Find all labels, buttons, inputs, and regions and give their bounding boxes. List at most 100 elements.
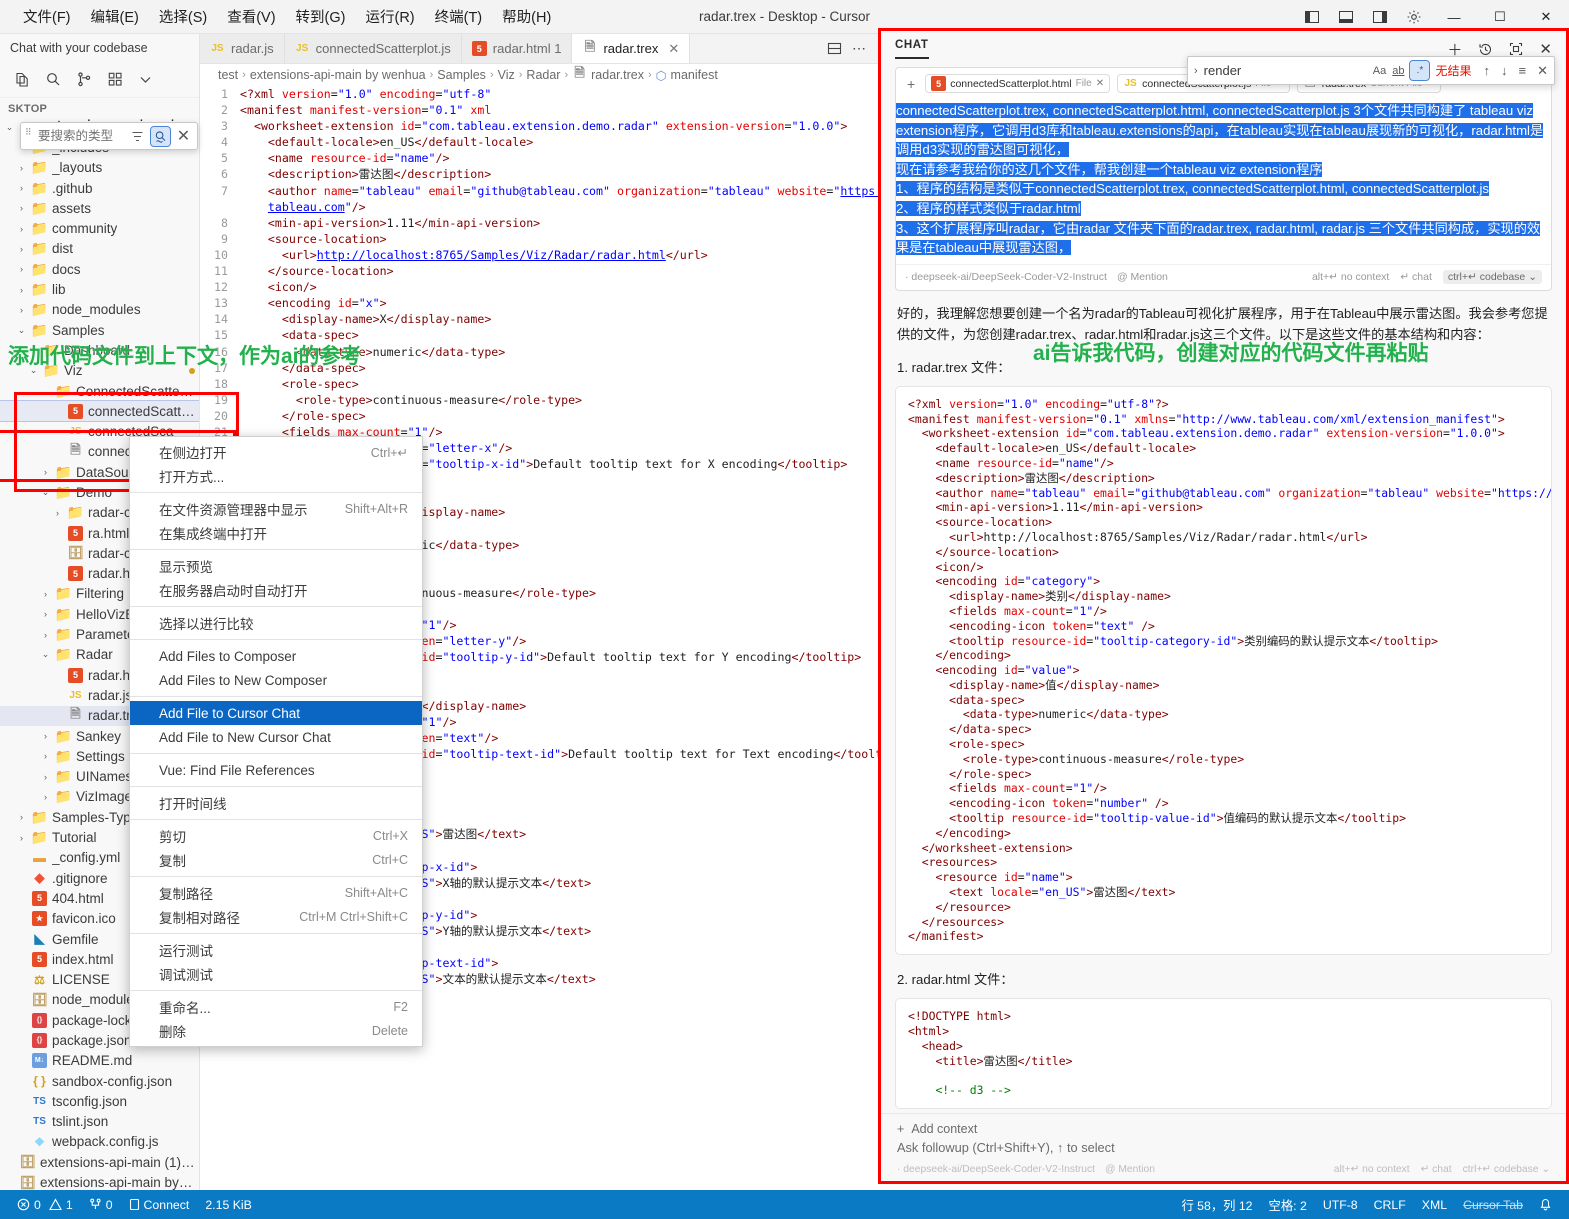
menu-file[interactable]: 文件(F)	[14, 2, 80, 31]
tree-file-item[interactable]: { } sandbox-config.json	[0, 1071, 199, 1091]
close-icon[interactable]: ✕	[174, 127, 193, 146]
code-block-radar-html[interactable]: <!DOCTYPE html> <html> <head> <title>雷达图<…	[895, 998, 1552, 1110]
match-case-icon[interactable]: Aa	[1373, 65, 1386, 77]
chevron-right-icon[interactable]: ›	[16, 812, 27, 822]
chevron-right-icon[interactable]: ›	[40, 609, 51, 619]
breadcrumb-item[interactable]: manifest	[671, 68, 718, 82]
context-menu-item[interactable]: 打开方式...	[130, 464, 422, 488]
tab-close-icon[interactable]: ✕	[668, 41, 679, 57]
chevron-right-icon[interactable]: ›	[16, 224, 27, 234]
sidebar-search-box[interactable]: ⠿ ✕	[20, 122, 198, 150]
chevron-right-icon[interactable]: ›	[40, 772, 51, 782]
footer-model-label[interactable]: · deepseek-ai/DeepSeek-Coder-V2-Instruct	[897, 1164, 1095, 1175]
extensions-icon[interactable]	[107, 71, 124, 88]
menu-run[interactable]: 运行(R)	[356, 2, 423, 31]
chevron-right-icon[interactable]: ›	[40, 630, 51, 640]
menu-help[interactable]: 帮助(H)	[493, 2, 560, 31]
split-editor-icon[interactable]	[827, 41, 842, 56]
context-menu-item[interactable]: 复制路径 Shift+Alt+C	[130, 881, 422, 905]
status-eol[interactable]: CRLF	[1366, 1190, 1414, 1219]
search-input[interactable]	[38, 129, 124, 143]
tree-folder-item[interactable]: › 📁 Dashboard	[0, 340, 199, 360]
chat-composer[interactable]: + 5 connectedScatterplot.html File ✕ JS …	[895, 67, 1552, 291]
tree-folder-item[interactable]: › 📁 _layouts	[0, 158, 199, 178]
context-menu-item[interactable]: 在侧边打开 Ctrl+↵	[130, 440, 422, 464]
breadcrumb-item[interactable]: extensions-api-main by wenhua	[250, 68, 426, 82]
chevron-right-icon[interactable]: ›	[16, 163, 27, 173]
chevron-right-icon[interactable]: ›	[16, 264, 27, 274]
tree-folder-item[interactable]: ⌄ 📁 ConnectedScatterplot	[0, 381, 199, 401]
context-menu-item[interactable]: Add Files to New Composer	[130, 668, 422, 692]
find-next-icon[interactable]: ↓	[1501, 63, 1508, 78]
breadcrumb-item[interactable]: Radar	[526, 68, 560, 82]
model-label[interactable]: · deepseek-ai/DeepSeek-Coder-V2-Instruct	[905, 271, 1107, 283]
status-problems[interactable]: 0 1	[9, 1190, 81, 1219]
drag-handle-icon[interactable]: ⠿	[25, 128, 34, 143]
context-menu-item[interactable]: 剪切 Ctrl+X	[130, 824, 422, 848]
tree-file-item[interactable]: 🗄 extensions-api-main by wenhua	[0, 1172, 199, 1190]
tree-file-item[interactable]: TS tsconfig.json	[0, 1091, 199, 1111]
menu-view[interactable]: 查看(V)	[218, 2, 284, 31]
status-notifications[interactable]	[1531, 1190, 1560, 1219]
mention-button[interactable]: @ Mention	[1117, 271, 1168, 283]
chevron-down-icon[interactable]	[138, 72, 153, 87]
tab-radar-html[interactable]: 5 radar.html 1	[461, 34, 573, 63]
menu-edit[interactable]: 编辑(E)	[82, 2, 148, 31]
status-filesize[interactable]: 2.15 KiB	[197, 1190, 260, 1219]
context-menu-item[interactable]: 运行测试	[130, 938, 422, 962]
followup-input[interactable]: Ask followup (Ctrl+Shift+Y), ↑ to select	[881, 1140, 1566, 1163]
status-cursor-tab[interactable]: Cursor Tab	[1455, 1190, 1531, 1219]
chevron-down-icon[interactable]: ⌄	[40, 649, 51, 660]
code-block-radar-trex[interactable]: <?xml version="1.0" encoding="utf-8"?> <m…	[895, 385, 1552, 956]
tab-radar-trex[interactable]: 🗎 radar.trex ✕	[572, 34, 691, 63]
search-icon[interactable]	[45, 71, 62, 88]
menu-goto[interactable]: 转到(G)	[287, 2, 355, 31]
breadcrumb-item[interactable]: test	[218, 68, 238, 82]
pill-close-icon[interactable]: ✕	[1096, 78, 1104, 89]
tab-radar-js[interactable]: JS radar.js	[200, 34, 285, 63]
context-menu-item[interactable]: 在文件资源管理器中显示 Shift+Alt+R	[130, 497, 422, 521]
chevron-right-icon[interactable]: ›	[40, 589, 51, 599]
tree-file-item[interactable]: 🗄 extensions-api-main (1).zip	[0, 1152, 199, 1172]
tree-folder-item[interactable]: › 📁 lib	[0, 279, 199, 299]
menu-select[interactable]: 选择(S)	[150, 2, 216, 31]
find-previous-icon[interactable]: ↑	[1484, 63, 1491, 78]
menu-terminal[interactable]: 终端(T)	[426, 2, 492, 31]
context-menu-item[interactable]: Vue: Find File References	[130, 758, 422, 782]
toggle-replace-icon[interactable]: ›	[1194, 65, 1198, 77]
source-control-icon[interactable]	[76, 71, 93, 88]
add-context-pill-button[interactable]: +	[904, 76, 918, 92]
tree-folder-item[interactable]: › 📁 node_modules	[0, 300, 199, 320]
find-input[interactable]	[1203, 63, 1367, 78]
status-ports[interactable]: 0	[81, 1190, 121, 1219]
context-menu-item[interactable]: Add File to Cursor Chat	[130, 701, 422, 725]
tree-folder-item[interactable]: ⌄ 📁 Viz	[0, 361, 199, 381]
chevron-down-icon[interactable]: ⌄	[28, 365, 39, 376]
chevron-down-icon[interactable]: ⌄	[40, 487, 51, 498]
find-widget[interactable]: › Aa ab .* 无结果 ↑ ↓ ≡ ✕	[1187, 56, 1555, 85]
new-file-icon[interactable]	[14, 71, 31, 88]
context-menu-item[interactable]: 重命名... F2	[130, 995, 422, 1019]
chevron-right-icon[interactable]: ›	[16, 305, 27, 315]
footer-hint-codebase[interactable]: ctrl+↵ codebase ⌄	[1463, 1163, 1550, 1175]
status-remote-connect[interactable]: Connect	[121, 1190, 198, 1219]
history-icon[interactable]	[1478, 42, 1493, 57]
hint-codebase[interactable]: ctrl+↵ codebase ⌄	[1442, 269, 1542, 284]
chat-prompt-text[interactable]: connectedScatterplot.trex, connectedScat…	[896, 99, 1551, 264]
tree-folder-item[interactable]: › 📁 dist	[0, 239, 199, 259]
chevron-right-icon[interactable]: ›	[16, 203, 27, 213]
tree-folder-item[interactable]: › 📁 docs	[0, 259, 199, 279]
status-cursor-position[interactable]: 行 58，列 12	[1173, 1190, 1260, 1219]
context-menu-item[interactable]: Add File to New Cursor Chat	[130, 725, 422, 749]
status-indentation[interactable]: 空格: 2	[1261, 1190, 1315, 1219]
context-menu-item[interactable]: 调试测试	[130, 962, 422, 986]
context-menu-item[interactable]: 在服务器启动时自动打开	[130, 578, 422, 602]
chevron-right-icon[interactable]: ›	[40, 731, 51, 741]
breadcrumb-item[interactable]: radar.trex	[591, 68, 644, 82]
status-language-mode[interactable]: XML	[1414, 1190, 1455, 1219]
chevron-right-icon[interactable]: ›	[16, 285, 27, 295]
chevron-right-icon[interactable]: ›	[16, 183, 27, 193]
tree-file-item[interactable]: TS tslint.json	[0, 1112, 199, 1132]
filter-icon[interactable]	[128, 127, 147, 146]
chevron-down-icon[interactable]: ⌄	[16, 325, 27, 336]
